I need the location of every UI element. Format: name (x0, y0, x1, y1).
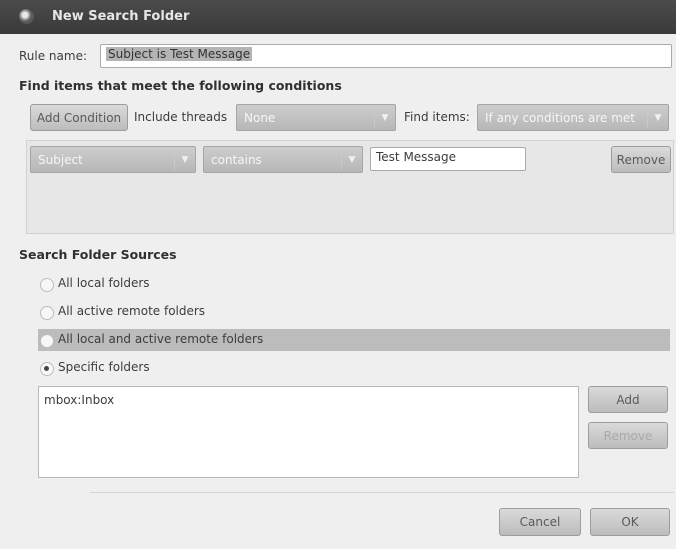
app-icon (19, 9, 34, 24)
chevron-down-icon: ▼ (647, 108, 668, 128)
radio-button (40, 334, 54, 348)
add-folder-button[interactable]: Add (588, 386, 668, 413)
cancel-button[interactable]: Cancel (499, 508, 581, 536)
radio-button (40, 306, 54, 320)
find-items-dropdown[interactable]: If any conditions are met ▼ (477, 104, 669, 131)
ok-button[interactable]: OK (590, 508, 670, 536)
footer-separator (90, 492, 674, 493)
remove-folder-button[interactable]: Remove (588, 422, 668, 449)
rule-name-value: Subject is Test Message (106, 47, 253, 61)
condition-value-input[interactable]: Test Message (370, 147, 526, 171)
radio-specific-folders[interactable]: Specific folders (38, 358, 438, 378)
radio-all-active-remote-folders[interactable]: All active remote folders (38, 302, 438, 322)
include-threads-value: None (244, 111, 276, 125)
condition-field-dropdown[interactable]: Subject ▼ (30, 146, 196, 173)
find-items-value: If any conditions are met (485, 111, 635, 125)
condition-operator-value: contains (211, 153, 262, 167)
include-threads-dropdown[interactable]: None ▼ (236, 104, 396, 131)
radio-label: All local folders (58, 276, 150, 290)
find-items-label: Find items: (404, 110, 470, 124)
radio-label: All local and active remote folders (58, 332, 264, 346)
window-title: New Search Folder (52, 9, 190, 24)
title-bar[interactable]: New Search Folder (0, 0, 676, 34)
condition-field-value: Subject (38, 153, 83, 167)
condition-remove-button[interactable]: Remove (611, 146, 671, 173)
radio-all-local-and-active-remote-folders[interactable]: All local and active remote folders (38, 329, 670, 351)
radio-all-local-folders[interactable]: All local folders (38, 274, 438, 294)
rule-name-label: Rule name: (19, 49, 88, 63)
condition-operator-dropdown[interactable]: contains ▼ (203, 146, 363, 173)
specific-folders-list[interactable]: mbox:Inbox (38, 386, 579, 478)
chevron-down-icon: ▼ (174, 150, 195, 170)
conditions-heading: Find items that meet the following condi… (19, 78, 342, 93)
radio-button (40, 278, 54, 292)
radio-label: All active remote folders (58, 304, 206, 318)
radio-label: Specific folders (58, 360, 150, 374)
condition-value-text: Test Message (376, 150, 457, 164)
rule-name-input[interactable]: Subject is Test Message (100, 44, 672, 68)
list-item[interactable]: mbox:Inbox (44, 393, 114, 407)
include-threads-label: Include threads (134, 110, 228, 124)
radio-button-selected (40, 362, 54, 376)
add-condition-button[interactable]: Add Condition (30, 104, 128, 131)
chevron-down-icon: ▼ (341, 150, 362, 170)
chevron-down-icon: ▼ (374, 108, 395, 128)
sources-heading: Search Folder Sources (19, 247, 177, 262)
